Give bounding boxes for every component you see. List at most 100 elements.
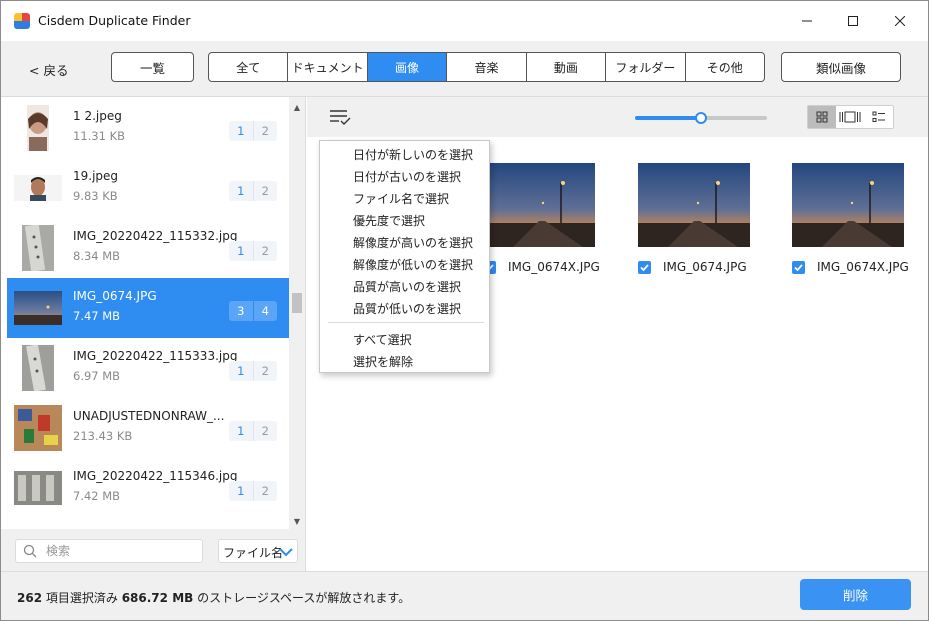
search-box[interactable] — [15, 539, 203, 563]
menu-item-select-low-quality[interactable]: 品質が低いのを選択 — [353, 300, 461, 317]
copy-count-badges: 1 2 — [229, 361, 277, 381]
view-mode-switch — [807, 105, 894, 129]
tile-checkbox[interactable] — [792, 261, 805, 274]
badge-first: 1 — [237, 484, 245, 498]
tab-others[interactable]: その他 — [686, 53, 764, 81]
gray-panel-thumbnail — [22, 345, 54, 391]
filmstrip-view-icon — [839, 111, 861, 123]
badge-second: 2 — [252, 481, 278, 501]
file-list-scrollbar[interactable]: ▲ ▼ — [289, 97, 305, 529]
tile-file-name: IMG_0674X.JPG — [508, 260, 600, 274]
duplicate-group-list[interactable]: 1 2.jpeg 11.31 KB 1 2 19.jpeg 9.83 KB 1 … — [7, 98, 289, 526]
preview-image[interactable] — [792, 163, 904, 247]
menu-item-select-by-priority[interactable]: 優先度で選択 — [353, 212, 425, 229]
gray-panel-thumbnail — [22, 225, 54, 271]
back-button[interactable]: < 戻る — [29, 60, 68, 79]
search-icon — [23, 544, 37, 558]
tile-file-name: IMG_0674.JPG — [663, 260, 747, 274]
preview-image[interactable] — [638, 163, 750, 247]
sunset-road-image — [638, 163, 750, 247]
thumbnail — [14, 465, 62, 511]
scroll-up-icon[interactable]: ▲ — [289, 99, 305, 115]
scrollbar-thumb[interactable] — [292, 293, 302, 313]
menu-item-select-low-resolution[interactable]: 解像度が低いのを選択 — [353, 256, 473, 273]
portrait-woman-thumbnail — [27, 105, 49, 151]
thumbnail — [14, 105, 62, 151]
window-title: Cisdem Duplicate Finder — [38, 13, 191, 28]
auto-select-menu-icon[interactable] — [329, 108, 351, 126]
minimize-button[interactable] — [784, 1, 830, 41]
grid-view-button[interactable] — [808, 106, 837, 128]
file-size: 7.42 MB — [73, 489, 121, 503]
portrait-man-thumbnail — [14, 175, 62, 201]
badge-first: 1 — [237, 244, 245, 258]
sort-selected-value: ファイル名 — [223, 546, 284, 560]
app-logo-icon — [14, 13, 30, 29]
copy-count-badges: 1 2 — [229, 241, 277, 261]
duplicate-group-panel: 1 2.jpeg 11.31 KB 1 2 19.jpeg 9.83 KB 1 … — [1, 97, 306, 571]
tab-videos[interactable]: 動画 — [527, 53, 607, 81]
file-name: UNADJUSTEDNONRAW_... — [73, 409, 225, 423]
category-tabs: 全て ドキュメント 画像 音楽 動画 フォルダー その他 — [208, 52, 765, 82]
file-name: 19.jpeg — [73, 169, 119, 183]
list-item[interactable]: 1 2.jpeg 11.31 KB 1 2 — [7, 98, 289, 158]
file-name: 1 2.jpeg — [73, 109, 122, 123]
close-button[interactable] — [877, 1, 923, 41]
list-item[interactable]: IMG_20220422_115333.jpg 6.97 MB 1 2 — [7, 338, 289, 398]
list-item-selected[interactable]: IMG_0674.JPG 7.47 MB 3 4 — [7, 278, 289, 338]
menu-item-deselect-all[interactable]: 選択を解除 — [353, 353, 413, 370]
list-item[interactable]: IMG_20220422_115346.jpg 7.42 MB 1 2 — [7, 458, 289, 518]
filmstrip-view-button[interactable] — [836, 106, 864, 128]
menu-item-select-newest[interactable]: 日付が新しいのを選択 — [353, 146, 473, 163]
tab-folders[interactable]: フォルダー — [606, 53, 686, 81]
checkmark-icon — [794, 264, 803, 272]
selected-count: 262 — [17, 591, 43, 605]
selected-count-suffix: 項目選択済み — [42, 591, 122, 605]
list-button[interactable]: 一覧 — [111, 52, 194, 82]
similar-images-button[interactable]: 類似画像 — [781, 52, 901, 82]
list-filter-bar: ファイル名 — [1, 529, 305, 571]
sunset-road-thumbnail — [14, 291, 62, 325]
auto-select-menu: 日付が新しいのを選択 日付が古いのを選択 ファイル名で選択 優先度で選択 解像度… — [319, 140, 490, 373]
menu-item-select-high-quality[interactable]: 品質が高いのを選択 — [353, 278, 461, 295]
minimize-icon — [802, 20, 812, 22]
list-item[interactable]: IMG_20220422_115332.jpg 8.34 MB 1 2 — [7, 218, 289, 278]
menu-item-select-high-resolution[interactable]: 解像度が高いのを選択 — [353, 234, 473, 251]
tab-music[interactable]: 音楽 — [447, 53, 527, 81]
file-name: IMG_20220422_115346.jpg — [73, 469, 238, 483]
preview-image[interactable] — [483, 163, 595, 247]
copy-count-badges: 1 2 — [229, 481, 277, 501]
sunset-road-image — [483, 163, 595, 247]
list-view-icon — [872, 111, 885, 122]
tab-all[interactable]: 全て — [209, 53, 289, 81]
list-item[interactable]: 19.jpeg 9.83 KB 1 2 — [7, 158, 289, 218]
badge-first: 1 — [237, 124, 245, 138]
delete-button[interactable]: 削除 — [800, 579, 911, 610]
badge-second: 2 — [252, 181, 278, 201]
tab-documents[interactable]: ドキュメント — [288, 53, 368, 81]
file-size: 213.43 KB — [73, 429, 133, 443]
badge-first: 1 — [237, 184, 245, 198]
menu-item-select-all[interactable]: すべて選択 — [353, 331, 412, 348]
menu-item-select-by-name[interactable]: ファイル名で選択 — [353, 190, 449, 207]
maximize-icon — [848, 16, 858, 26]
zoom-slider-handle[interactable] — [695, 112, 707, 124]
list-item[interactable]: UNADJUSTEDNONRAW_... 213.43 KB 1 2 — [7, 398, 289, 458]
badge-second: 4 — [252, 301, 278, 321]
scroll-down-icon[interactable]: ▼ — [289, 513, 305, 529]
copy-count-badges: 1 2 — [229, 181, 277, 201]
menu-divider — [328, 322, 484, 323]
chevron-down-icon — [279, 548, 293, 557]
tile-checkbox[interactable] — [638, 261, 651, 274]
tab-images[interactable]: 画像 — [367, 53, 448, 81]
sort-dropdown[interactable]: ファイル名 — [218, 539, 298, 563]
toy-desk-thumbnail — [14, 405, 62, 451]
zoom-slider[interactable] — [635, 112, 767, 124]
maximize-button[interactable] — [830, 1, 876, 41]
list-view-button[interactable] — [865, 106, 893, 128]
menu-item-select-oldest[interactable]: 日付が古いのを選択 — [353, 168, 461, 185]
search-input[interactable] — [46, 544, 196, 558]
freed-size: 686.72 MB — [121, 591, 194, 605]
app-window: Cisdem Duplicate Finder < 戻る 一覧 全て ドキュメン… — [0, 0, 929, 621]
badge-first: 1 — [237, 364, 245, 378]
